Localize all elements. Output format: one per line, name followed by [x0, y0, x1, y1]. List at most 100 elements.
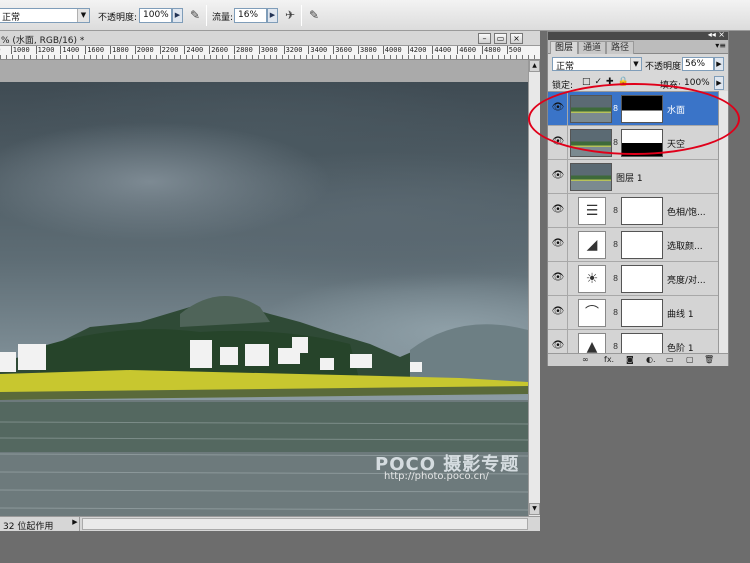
layer-row-layer1[interactable]: 👁 图层 1 [548, 160, 718, 194]
panel-bottom-bar: ∞ fx. ◙ ◐. ▭ ▢ 🗑 [548, 353, 728, 366]
opacity-value: 100% [143, 10, 169, 20]
layer-row-curves[interactable]: 👁 ⌒ 8 曲线 1 [548, 296, 718, 330]
visibility-toggle[interactable]: 👁 [548, 160, 568, 194]
tab-channels[interactable]: 通道 [578, 41, 607, 54]
vertical-scrollbar[interactable]: ▲ ▼ [528, 60, 540, 522]
mask-icon[interactable]: ◙ [626, 355, 634, 364]
ruler-tick-label: 3800 [358, 46, 377, 54]
opacity-arrow-icon[interactable]: ▶ [172, 8, 183, 23]
horizontal-ruler: 200 1000 1200 1400 1600 1800 2000 2200 2400 2600 2… [0, 46, 540, 60]
ruler-tick-label: 4200 [407, 46, 427, 54]
layer-name: 选取颜... [667, 242, 703, 252]
opacity-input[interactable]: 100% [139, 8, 172, 23]
layers-scrollbar[interactable] [718, 91, 728, 353]
fx-icon[interactable]: fx. [604, 355, 614, 364]
link-chain-icon: 8 [613, 104, 619, 113]
layer-row-levels[interactable]: 👁 ▲ 8 色阶 1 [548, 330, 718, 353]
document-titlebar: % (水面, RGB/16) * – ▭ × [0, 31, 540, 46]
flow-value: 16% [238, 10, 259, 20]
tab-paths[interactable]: 路径 [606, 41, 635, 54]
opacity-label: 不透明度: [98, 13, 138, 23]
chevron-down-icon[interactable]: ▼ [77, 9, 89, 22]
status-menu-arrow-icon[interactable]: ▶ [70, 518, 80, 530]
document-window: % (水面, RGB/16) * – ▭ × 200 1000 1200 1400 16… [0, 31, 540, 532]
eye-icon[interactable]: 👁 [551, 204, 565, 216]
eye-icon[interactable]: 👁 [551, 340, 565, 352]
eye-icon[interactable]: 👁 [551, 272, 565, 284]
link-icon[interactable]: ∞ [582, 355, 589, 364]
layer-row-water[interactable]: 👁 8 水面 [548, 92, 718, 126]
flow-label: 流量: [212, 13, 234, 23]
collapse-icon[interactable]: ◂◂ × [708, 30, 725, 39]
ruler-tick-label: 1400 [60, 46, 80, 54]
link-chain-icon: 8 [613, 274, 619, 283]
lock-icons[interactable]: □✓✚🔒 [582, 77, 633, 87]
flow-input[interactable]: 16% [234, 8, 267, 23]
visibility-toggle[interactable]: 👁 [548, 126, 568, 160]
image-canvas[interactable]: POCO 摄影专题 http://photo.poco.cn/ [0, 82, 528, 526]
eye-icon[interactable]: 👁 [551, 136, 565, 148]
visibility-toggle[interactable]: 👁 [548, 262, 568, 296]
ruler-tick-label: 3000 [258, 46, 278, 54]
layer-opacity-value: 56% [685, 59, 706, 69]
eye-icon[interactable]: 👁 [551, 102, 565, 114]
ruler-tick-label: 3200 [283, 46, 303, 54]
layer-row-brightness-contrast[interactable]: 👁 ☀ 8 亮度/对... [548, 262, 718, 296]
adjustment-icon[interactable]: ◐. [646, 355, 656, 364]
panel-menu-icon[interactable]: ▾≡ [715, 41, 726, 50]
selective-color-icon: ◢ [578, 231, 606, 259]
ruler-tick-label: 1200 [35, 46, 55, 54]
eye-icon[interactable]: 👁 [551, 238, 565, 250]
ruler-tick-label: 4800 [482, 46, 501, 54]
mask-thumbnail [621, 299, 663, 327]
trash-icon[interactable]: 🗑 [704, 355, 714, 364]
maximize-button[interactable]: ▭ [494, 33, 507, 44]
scroll-down-icon[interactable]: ▼ [529, 503, 540, 515]
fill-arrow-icon[interactable]: ▶ [714, 76, 724, 90]
layer-row-selective-color[interactable]: 👁 ◢ 8 选取颜... [548, 228, 718, 262]
eye-icon[interactable]: 👁 [551, 170, 565, 182]
curves-icon: ⌒ [578, 299, 606, 327]
layer-opacity-arrow-icon[interactable]: ▶ [714, 57, 724, 71]
panel-tabs: 图层 通道 路径 ▾≡ [548, 40, 728, 54]
tab-layers[interactable]: 图层 [550, 41, 579, 54]
ruler-tick-label: 4400 [432, 46, 452, 54]
layer-row-sky[interactable]: 👁 8 天空 [548, 126, 718, 160]
scroll-up-icon[interactable]: ▲ [529, 60, 540, 72]
blend-mode-select[interactable]: 正常 ▼ [552, 57, 642, 72]
mask-thumbnail [621, 231, 663, 259]
layer-opacity-label: 不透明度: [645, 62, 685, 72]
layer-opacity-input[interactable]: 56% [682, 57, 714, 71]
visibility-toggle[interactable]: 👁 [548, 228, 568, 262]
chevron-down-icon[interactable]: ▼ [630, 58, 641, 70]
watermark-url: http://photo.poco.cn/ [384, 471, 489, 482]
pressure-size-icon[interactable]: ✎ [306, 7, 322, 23]
new-layer-icon[interactable]: ▢ [686, 355, 694, 364]
pressure-opacity-icon[interactable]: ✎ [187, 7, 203, 23]
visibility-toggle[interactable]: 👁 [548, 194, 568, 228]
visibility-toggle[interactable]: 👁 [548, 296, 568, 330]
status-text: 32 位起作用 [3, 522, 54, 532]
layers-list: 👁 8 水面 👁 8 天空 👁 图层 1 👁 ☰ 8 色相/饱... 👁 ◢ 8… [548, 91, 718, 353]
lock-label: 锁定: [552, 81, 574, 91]
layer-row-hue-saturation[interactable]: 👁 ☰ 8 色相/饱... [548, 194, 718, 228]
group-icon[interactable]: ▭ [666, 355, 674, 364]
mode-select[interactable]: 正常 ▼ [0, 8, 90, 23]
layer-thumbnail [570, 163, 612, 191]
eye-icon[interactable]: 👁 [551, 306, 565, 318]
ruler-tick-label: 1600 [85, 46, 105, 54]
flow-arrow-icon[interactable]: ▶ [267, 8, 278, 23]
airbrush-icon[interactable]: ✈ [282, 7, 298, 23]
horizontal-scrollbar[interactable] [82, 518, 528, 530]
minimize-button[interactable]: – [478, 33, 491, 44]
ruler-tick-label: 1800 [110, 46, 129, 54]
visibility-toggle[interactable]: 👁 [548, 330, 568, 353]
layer-thumbnail [570, 129, 612, 157]
ruler-tick-label: 200 [0, 46, 1, 54]
fill-value[interactable]: 100% [684, 78, 710, 88]
visibility-toggle[interactable]: 👁 [548, 92, 568, 126]
close-button[interactable]: × [510, 33, 523, 44]
mask-thumbnail [621, 265, 663, 293]
ruler-minor-ticks [0, 55, 540, 59]
ruler-tick-label: 4000 [382, 46, 402, 54]
